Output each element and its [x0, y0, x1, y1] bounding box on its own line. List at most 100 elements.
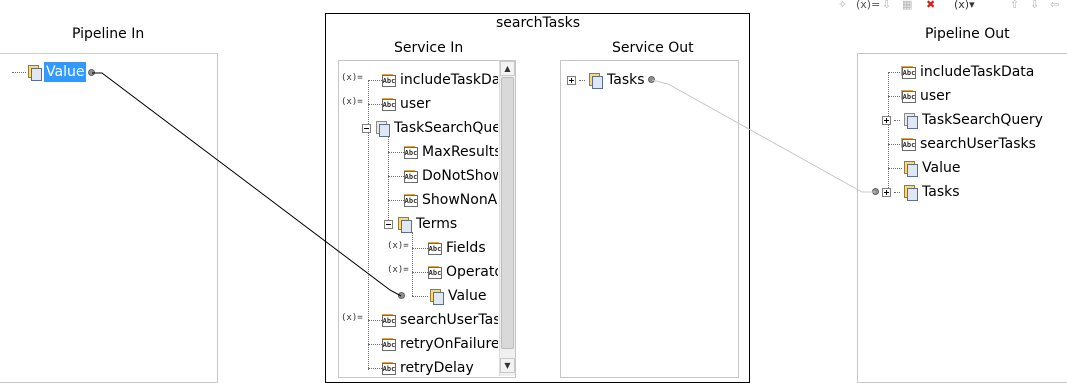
pipeline-out-label: searchUserTasks — [920, 136, 1036, 152]
set-value-icon[interactable]: (x)= — [387, 242, 409, 251]
service-in-item[interactable]: Abc user — [382, 94, 498, 114]
tree-guide — [412, 232, 413, 296]
pipeline-out-item[interactable]: Abc user — [902, 86, 951, 106]
link-port-dot[interactable] — [872, 188, 879, 195]
document-icon — [904, 113, 918, 129]
document-icon — [376, 121, 390, 137]
tree-connector — [579, 79, 585, 81]
tree-connector — [888, 144, 902, 145]
pipeline-out-item[interactable]: TaskSearchQuery — [882, 110, 1043, 130]
service-out-item-tasks[interactable]: Tasks — [567, 70, 645, 90]
tree-connector — [412, 296, 428, 297]
link-port-dot[interactable] — [88, 69, 95, 76]
scroll-thumb[interactable] — [501, 77, 514, 349]
service-in-label: searchUserTasks — [400, 312, 498, 328]
tree-connector — [388, 200, 404, 201]
toolbar: ✧ (x)= ⇩ ▦ ✖ (x)▾ ⇧ ⇩ ⇦ — [830, 0, 1067, 12]
service-in-item[interactable]: Abc MaxResults — [404, 142, 498, 162]
service-in-label: MaxResults — [422, 144, 498, 160]
delete-icon[interactable]: ✖ — [926, 0, 935, 12]
service-in-label: ShowNonA — [422, 192, 498, 208]
collapse-toggle[interactable] — [362, 123, 371, 133]
document-icon — [904, 161, 918, 177]
service-in-item[interactable]: Abc Operator — [428, 262, 498, 282]
set-value-icon[interactable]: (x)= — [341, 98, 363, 107]
service-in-item[interactable]: Abc searchUserTasks — [382, 310, 498, 330]
tree-connector — [368, 368, 382, 369]
service-out-title: Service Out — [612, 40, 694, 56]
string-icon: Abc — [902, 91, 916, 103]
tree-connector — [412, 272, 428, 273]
tree-connector — [888, 168, 902, 169]
string-icon: Abc — [428, 267, 442, 279]
move-down-icon[interactable]: ⇩ — [1030, 0, 1039, 12]
tree-connector — [388, 152, 404, 153]
service-in-item[interactable]: Abc retryOnFailure — [382, 334, 498, 354]
service-out-panel — [560, 60, 739, 378]
arrow-down-icon[interactable]: ⇩ — [882, 0, 891, 12]
document-list-icon — [589, 73, 603, 89]
service-in-item[interactable]: Value — [428, 286, 498, 306]
string-icon: Abc — [404, 147, 418, 159]
set-value-icon[interactable]: (x)= — [856, 0, 880, 12]
set-value-dropdown-icon[interactable]: (x)▾ — [954, 0, 975, 12]
service-in-label: DoNotShow — [422, 168, 498, 184]
pipeline-out-item[interactable]: Tasks — [882, 182, 960, 202]
service-in-item[interactable]: Abc DoNotShow — [404, 166, 498, 186]
service-in-label: Operator — [446, 264, 498, 280]
move-left-icon[interactable]: ⇦ — [1050, 0, 1059, 12]
pipeline-out-item[interactable]: Value — [902, 158, 960, 178]
map-icon[interactable]: ✧ — [838, 0, 847, 12]
string-icon: Abc — [404, 171, 418, 183]
scroll-down-button[interactable]: ▼ — [500, 358, 515, 373]
service-in-item[interactable]: Terms — [384, 214, 498, 234]
tree-connector — [412, 248, 428, 249]
pipeline-out-item[interactable]: Abc includeTaskData — [902, 62, 1034, 82]
pipeline-out-title: Pipeline Out — [925, 26, 1010, 42]
service-in-label: Value — [448, 288, 487, 304]
pipeline-in-item-value[interactable]: Value — [26, 62, 87, 82]
collapse-toggle[interactable] — [384, 219, 393, 229]
tree-connector — [888, 96, 902, 97]
service-out-label: Tasks — [607, 72, 645, 88]
set-value-icon[interactable]: (x)= — [341, 74, 363, 83]
set-value-icon[interactable]: (x)= — [341, 314, 363, 323]
tree-guide — [388, 136, 389, 224]
tree-connector — [368, 104, 382, 105]
tree-connector — [368, 344, 382, 345]
service-in-item[interactable]: Abc includeTaskData — [382, 70, 498, 90]
pipeline-out-label: Value — [922, 160, 961, 176]
pipeline-out-item[interactable]: Abc searchUserTasks — [902, 134, 1036, 154]
service-in-label: retryOnFailure — [400, 336, 498, 352]
string-icon: Abc — [382, 339, 396, 351]
service-in-item[interactable]: TaskSearchQuery — [362, 118, 498, 138]
scroll-up-button[interactable]: ▲ — [500, 61, 515, 76]
tree-connector — [888, 72, 902, 73]
service-in-scrollbar[interactable]: ▲ ▼ — [499, 61, 515, 376]
service-in-label: Fields — [446, 240, 486, 256]
pipeline-in-title: Pipeline In — [72, 26, 145, 42]
service-in-item[interactable]: Abc ShowNonA — [404, 190, 498, 210]
document-icon — [28, 65, 42, 81]
pipeline-out-label: includeTaskData — [920, 64, 1035, 80]
service-in-item[interactable]: Abc Fields — [428, 238, 498, 258]
string-icon: Abc — [902, 67, 916, 79]
service-in-item[interactable]: Abc retryDelay — [382, 358, 498, 378]
expand-toggle[interactable] — [567, 75, 576, 85]
tree-connector — [894, 191, 900, 193]
link-port-dot[interactable] — [648, 76, 655, 83]
pipeline-out-label: Tasks — [922, 184, 960, 200]
tree-guide — [888, 72, 889, 192]
pipeline-out-label: TaskSearchQuery — [922, 112, 1043, 128]
tree-connector — [368, 80, 382, 81]
document-icon — [430, 289, 444, 305]
service-in-label: includeTaskData — [400, 72, 498, 88]
expand-toggle[interactable] — [882, 187, 891, 197]
transformer-icon[interactable]: ▦ — [902, 0, 912, 12]
link-port-dot[interactable] — [398, 292, 405, 299]
string-icon: Abc — [382, 99, 396, 111]
document-list-icon — [904, 185, 918, 201]
expand-toggle[interactable] — [882, 115, 891, 125]
move-up-icon[interactable]: ⇧ — [1010, 0, 1019, 12]
set-value-icon[interactable]: (x)= — [387, 266, 409, 275]
